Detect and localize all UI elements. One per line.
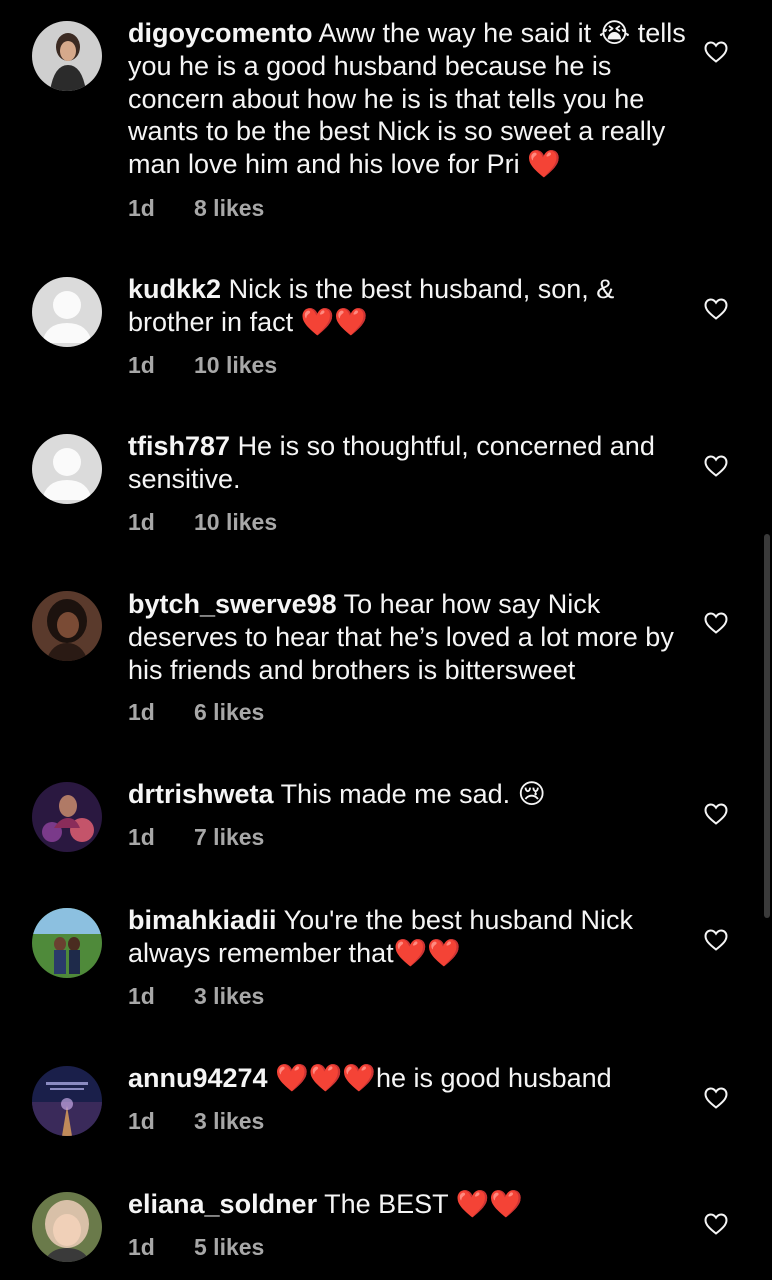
likes-count[interactable]: 3 likes — [194, 983, 264, 1010]
comment-time: 1d — [128, 824, 155, 850]
username-link[interactable]: kudkk2 — [128, 274, 221, 304]
like-button[interactable] — [704, 611, 728, 635]
username-link[interactable]: eliana_soldner — [128, 1189, 317, 1219]
comment-text: drtrishweta This made me sad. 😢 — [128, 778, 688, 811]
comment-text: annu94274 ❤️❤️❤️he is good husband — [128, 1062, 688, 1095]
likes-count[interactable]: 5 likes — [194, 1234, 264, 1261]
likes-count[interactable]: 8 likes — [194, 195, 264, 222]
avatar[interactable] — [32, 277, 102, 347]
comment-time: 1d — [128, 699, 155, 725]
comment-body: ❤️❤️❤️he is good husband — [275, 1063, 612, 1093]
username-link[interactable]: digoycomento — [128, 18, 313, 48]
heart-outline-icon — [704, 803, 728, 825]
scrollbar[interactable] — [764, 534, 770, 918]
heart-outline-icon — [704, 1087, 728, 1109]
comment-meta: 1d 3 likes — [128, 1108, 264, 1135]
comment-time: 1d — [128, 195, 155, 221]
like-button[interactable] — [704, 1086, 728, 1110]
comment-text: eliana_soldner The BEST ❤️❤️ — [128, 1188, 688, 1221]
likes-count[interactable]: 6 likes — [194, 699, 264, 726]
comment-meta: 1d 5 likes — [128, 1234, 264, 1261]
like-button[interactable] — [704, 297, 728, 321]
like-button[interactable] — [704, 802, 728, 826]
username-link[interactable]: bytch_swerve98 — [128, 589, 337, 619]
comment-text: bytch_swerve98 To hear how say Nick dese… — [128, 588, 688, 686]
comment-body: The BEST ❤️❤️ — [324, 1189, 523, 1219]
like-button[interactable] — [704, 454, 728, 478]
heart-outline-icon — [704, 1213, 728, 1235]
comment-body: This made me sad. 😢 — [280, 779, 546, 809]
comment-meta: 1d 8 likes — [128, 195, 264, 222]
comment-text: bimahkiadii You're the best husband Nick… — [128, 904, 688, 970]
likes-count[interactable]: 3 likes — [194, 1108, 264, 1135]
username-link[interactable]: drtrishweta — [128, 779, 274, 809]
comment-meta: 1d 6 likes — [128, 699, 264, 726]
like-button[interactable] — [704, 1212, 728, 1236]
avatar[interactable] — [32, 782, 102, 852]
username-link[interactable]: tfish787 — [128, 431, 230, 461]
comment-time: 1d — [128, 1108, 155, 1134]
avatar[interactable] — [32, 908, 102, 978]
heart-outline-icon — [704, 455, 728, 477]
avatar[interactable] — [32, 1066, 102, 1136]
username-link[interactable]: bimahkiadii — [128, 905, 277, 935]
avatar[interactable] — [32, 591, 102, 661]
likes-count[interactable]: 10 likes — [194, 352, 277, 379]
comment-text: kudkk2 Nick is the best husband, son, & … — [128, 273, 688, 339]
avatar[interactable] — [32, 434, 102, 504]
comment-time: 1d — [128, 1234, 155, 1260]
heart-outline-icon — [704, 929, 728, 951]
username-link[interactable]: annu94274 — [128, 1063, 268, 1093]
comment-time: 1d — [128, 509, 155, 535]
comment-meta: 1d 10 likes — [128, 509, 277, 536]
avatar[interactable] — [32, 21, 102, 91]
heart-outline-icon — [704, 298, 728, 320]
comment-meta: 1d 3 likes — [128, 983, 264, 1010]
comment-meta: 1d 10 likes — [128, 352, 277, 379]
heart-outline-icon — [704, 612, 728, 634]
comment-time: 1d — [128, 983, 155, 1009]
avatar[interactable] — [32, 1192, 102, 1262]
likes-count[interactable]: 10 likes — [194, 509, 277, 536]
comment-text: tfish787 He is so thoughtful, concerned … — [128, 430, 688, 496]
likes-count[interactable]: 7 likes — [194, 824, 264, 851]
heart-outline-icon — [704, 41, 728, 63]
comment-time: 1d — [128, 352, 155, 378]
like-button[interactable] — [704, 40, 728, 64]
comment-meta: 1d 7 likes — [128, 824, 264, 851]
like-button[interactable] — [704, 928, 728, 952]
comment-text: digoycomento Aww the way he said it 😭 te… — [128, 17, 688, 181]
